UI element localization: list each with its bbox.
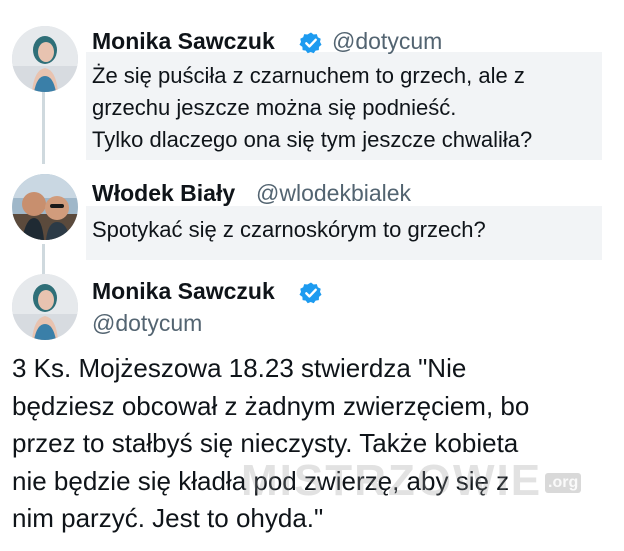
watermark: MISTRZOWIE xyxy=(241,456,543,505)
tweet-text-line: grzechu jeszcze można się podnieść. xyxy=(92,95,457,120)
tweet-monika-1[interactable]: Monika Sawczuk @dotycum Że się puściła z… xyxy=(0,24,624,164)
author-name[interactable]: Monika Sawczuk xyxy=(92,28,275,55)
tweet-text-line: Że się puściła z czarnuchem to grzech, a… xyxy=(92,63,525,88)
tweet-text-line: będziesz obcował z żadnym zwierzęciem, b… xyxy=(12,390,530,421)
watermark-suffix: .org xyxy=(545,473,582,493)
author-name[interactable]: Włodek Biały xyxy=(92,180,235,207)
tweet-wlodek[interactable]: Włodek Biały @wlodekbialek Spotykać się … xyxy=(0,172,624,264)
author-handle[interactable]: @dotycum xyxy=(92,310,202,337)
tweet-text-line: Tylko dlaczego ona się tym jeszcze chwal… xyxy=(92,127,533,152)
avatar-monika[interactable] xyxy=(12,274,78,340)
thread-connector-line xyxy=(42,244,45,274)
avatar-monika[interactable] xyxy=(12,26,78,92)
avatar-wlodek[interactable] xyxy=(12,174,78,240)
thread-connector-line xyxy=(42,92,45,164)
previous-tweet-cutoff xyxy=(0,0,624,6)
author-handle[interactable]: @wlodekbialek xyxy=(256,180,411,207)
verified-badge-icon xyxy=(299,282,322,304)
author-name[interactable]: Monika Sawczuk xyxy=(92,278,275,305)
tweet-text-line: 3 Ks. Mojżeszowa 18.23 stwierdza "Nie xyxy=(12,353,467,383)
main-tweet-text: 3 Ks. Mojżeszowa 18.23 stwierdza "Nie bę… xyxy=(12,350,612,538)
tweet-text-line: Spotykać się z czarnoskórym to grzech? xyxy=(92,217,486,242)
verified-badge-icon xyxy=(299,32,322,54)
author-handle[interactable]: @dotycum xyxy=(332,28,442,55)
